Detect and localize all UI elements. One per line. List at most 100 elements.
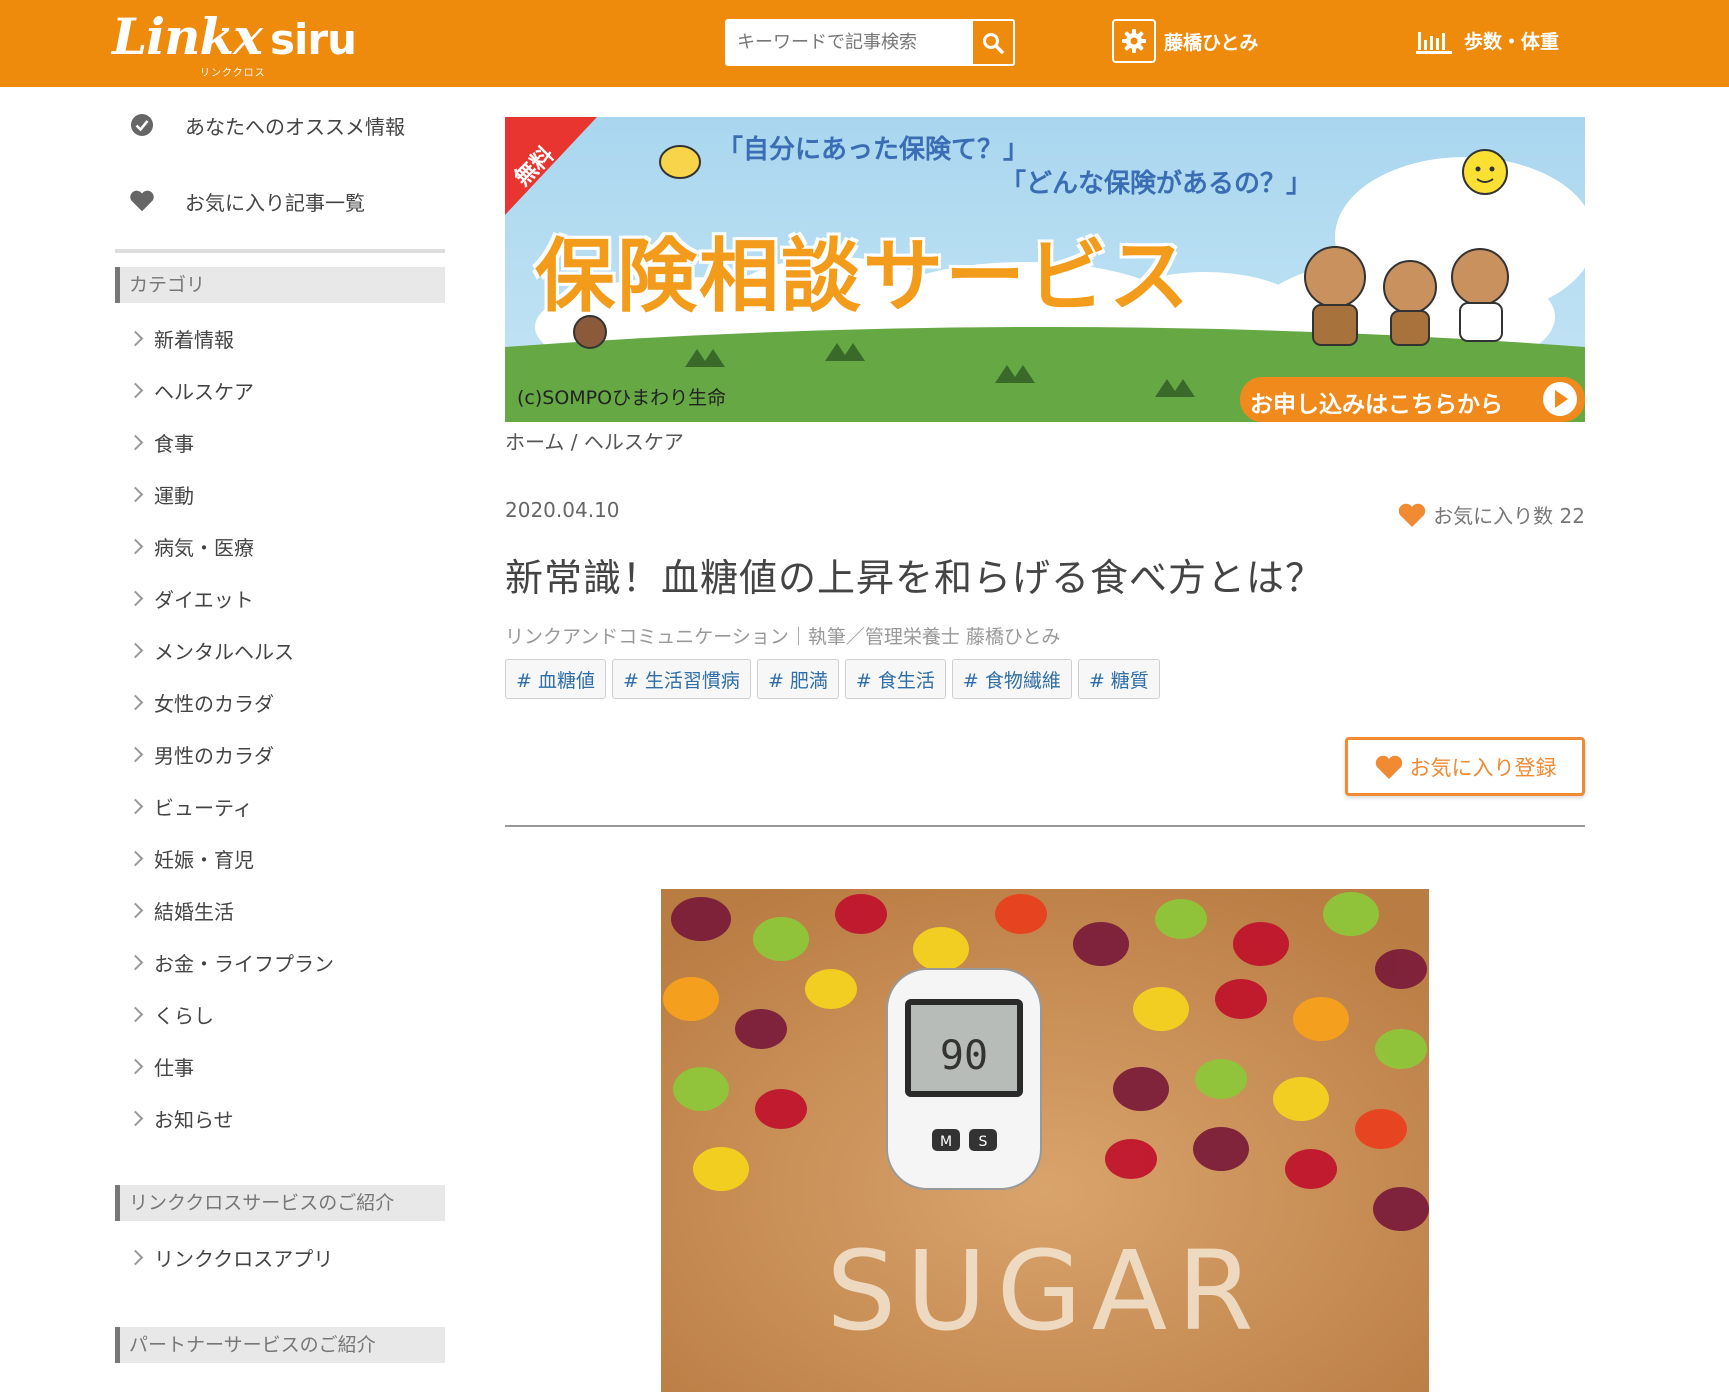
- category-label: 運動: [154, 483, 194, 508]
- category-label: ビューティ: [154, 795, 253, 820]
- category-item[interactable]: 病気・医療: [115, 520, 445, 572]
- category-item[interactable]: 結婚生活: [115, 884, 445, 936]
- chevron-right-icon: [127, 434, 144, 450]
- service-label: リンククロスアプリ: [154, 1246, 334, 1271]
- category-item[interactable]: 運動: [115, 468, 445, 520]
- category-item[interactable]: 仕事: [115, 1040, 445, 1092]
- user-settings-link[interactable]: 藤橋ひとみ: [1112, 19, 1258, 63]
- tag-list: # 血糖値 # 生活習慣病 # 肥満 # 食生活 # 食物繊維 # 糖質: [505, 659, 1160, 699]
- insurance-banner[interactable]: 無料 「自分にあった保険て？」 「どんな保険があるの？」 保険相談サービス (c…: [505, 117, 1585, 422]
- category-item[interactable]: ダイエット: [115, 572, 445, 624]
- banner-headline: 保険相談サービス: [535, 230, 1191, 323]
- gear-icon: [1112, 19, 1156, 63]
- category-label: くらし: [154, 1003, 214, 1028]
- category-label: 結婚生活: [154, 899, 234, 924]
- chevron-right-icon: [127, 382, 144, 398]
- sidebar-item-label: あなたへのオススメ情報: [185, 114, 405, 139]
- search-input[interactable]: [725, 19, 971, 66]
- banner-question-2: 「どんな保険があるの？」: [1000, 169, 1313, 199]
- service-list: リンククロスアプリ: [115, 1231, 445, 1283]
- tag-chip[interactable]: # 肥満: [756, 659, 839, 699]
- chevron-right-icon: [127, 1058, 144, 1074]
- category-item[interactable]: くらし: [115, 988, 445, 1040]
- category-heading: カテゴリ: [115, 267, 445, 303]
- chevron-right-icon: [127, 746, 144, 762]
- steps-label: 歩数・体重: [1464, 31, 1560, 53]
- category-label: ダイエット: [154, 587, 254, 612]
- tag-chip[interactable]: # 食物繊維: [951, 659, 1072, 699]
- bar-chart-icon: [1416, 31, 1452, 54]
- category-label: お知らせ: [154, 1107, 234, 1132]
- site-logo[interactable]: Linkx siru リンククロス: [112, 12, 357, 80]
- chevron-right-icon: [127, 954, 144, 970]
- category-label: 新着情報: [154, 327, 234, 352]
- category-label: お金・ライフプラン: [154, 951, 334, 976]
- chevron-right-icon: [127, 798, 144, 814]
- category-item[interactable]: 女性のカラダ: [115, 676, 445, 728]
- add-favorite-label: お気に入り登録: [1409, 755, 1557, 780]
- article-divider: [505, 825, 1585, 827]
- category-item[interactable]: 男性のカラダ: [115, 728, 445, 780]
- hero-illustration: 90 M S SUGAR: [661, 889, 1429, 1392]
- service-item[interactable]: リンククロスアプリ: [115, 1231, 445, 1283]
- category-list: 新着情報 ヘルスケア 食事 運動 病気・医療 ダイエット メンタルヘルス 女性の…: [115, 312, 445, 1144]
- sand-text: SUGAR: [826, 1227, 1263, 1355]
- logo-subtitle: リンククロス: [200, 68, 266, 79]
- user-name: 藤橋ひとみ: [1164, 31, 1259, 54]
- banner-cta[interactable]: お申し込みはこちらから: [1250, 385, 1503, 419]
- chevron-right-icon: [127, 1110, 144, 1126]
- tag-chip[interactable]: # 食生活: [844, 659, 946, 699]
- category-label: 男性のカラダ: [154, 743, 274, 768]
- chevron-right-icon: [127, 694, 144, 710]
- breadcrumb[interactable]: ホーム / ヘルスケア: [505, 426, 1585, 456]
- tag-chip[interactable]: # 糖質: [1077, 659, 1160, 699]
- chevron-right-icon: [127, 642, 144, 658]
- partner-heading: パートナーサービスのご紹介: [115, 1327, 445, 1363]
- category-item[interactable]: 妊娠・育児: [115, 832, 445, 884]
- chevron-right-icon: [127, 902, 144, 918]
- article-author: リンクアンドコミュニケーション｜執筆／管理栄養士 藤橋ひとみ: [505, 626, 1061, 648]
- logo-siru-text: siru: [269, 15, 357, 64]
- banner-question-1: 「自分にあった保険て？」: [717, 135, 1030, 165]
- tag-chip[interactable]: # 生活習慣病: [611, 659, 751, 699]
- sidebar-item-recommendations[interactable]: あなたへのオススメ情報: [115, 87, 445, 163]
- category-label: 病気・医療: [154, 535, 254, 560]
- chevron-right-icon: [127, 1249, 144, 1265]
- category-item[interactable]: お金・ライフプラン: [115, 936, 445, 988]
- chevron-right-icon: [127, 330, 144, 346]
- category-item[interactable]: お知らせ: [115, 1092, 445, 1144]
- category-label: 食事: [154, 431, 194, 456]
- category-item[interactable]: 新着情報: [115, 312, 445, 364]
- heart-icon: [129, 189, 155, 213]
- category-label: 女性のカラダ: [154, 691, 274, 716]
- steps-weight-link[interactable]: 歩数・体重: [1416, 27, 1559, 54]
- heart-icon: [1398, 503, 1426, 527]
- category-item[interactable]: 食事: [115, 416, 445, 468]
- article-title: 新常識！血糖値の上昇を和らげる食べ方とは？: [505, 556, 1325, 600]
- site-header: Linkxsiru リンククロス 藤橋ひとみ 歩数・体重: [0, 0, 1729, 87]
- category-item[interactable]: ヘルスケア: [115, 364, 445, 416]
- heart-icon: [1375, 755, 1402, 779]
- banner-copyright: (c)SOMPOひまわり生命: [517, 387, 727, 409]
- article-hero-image: 90 M S SUGAR: [661, 889, 1429, 1392]
- add-favorite-button[interactable]: お気に入り登録: [1345, 737, 1585, 796]
- meter-button-m: M: [940, 1134, 952, 1150]
- main-content: 無料 「自分にあった保険て？」 「どんな保険があるの？」 保険相談サービス (c…: [505, 117, 1585, 1392]
- sidebar-divider: [115, 249, 445, 253]
- favorite-count: お気に入り数 22: [1397, 500, 1585, 529]
- category-label: 仕事: [154, 1055, 194, 1080]
- search-button[interactable]: [971, 19, 1015, 66]
- search-icon: [983, 32, 1004, 54]
- publish-date: 2020.04.10: [505, 498, 620, 522]
- category-item[interactable]: メンタルヘルス: [115, 624, 445, 676]
- category-item[interactable]: ビューティ: [115, 780, 445, 832]
- chevron-right-icon: [127, 590, 144, 606]
- sidebar-item-favorites[interactable]: お気に入り記事一覧: [115, 163, 445, 239]
- meter-reading: 90: [940, 1033, 988, 1079]
- chevron-right-icon: [127, 486, 144, 502]
- tag-chip[interactable]: # 血糖値: [505, 659, 606, 699]
- category-label: メンタルヘルス: [154, 639, 294, 664]
- chevron-right-icon: [127, 1006, 144, 1022]
- meter-button-s: S: [979, 1134, 988, 1150]
- service-heading: リンククロスサービスのご紹介: [115, 1185, 445, 1221]
